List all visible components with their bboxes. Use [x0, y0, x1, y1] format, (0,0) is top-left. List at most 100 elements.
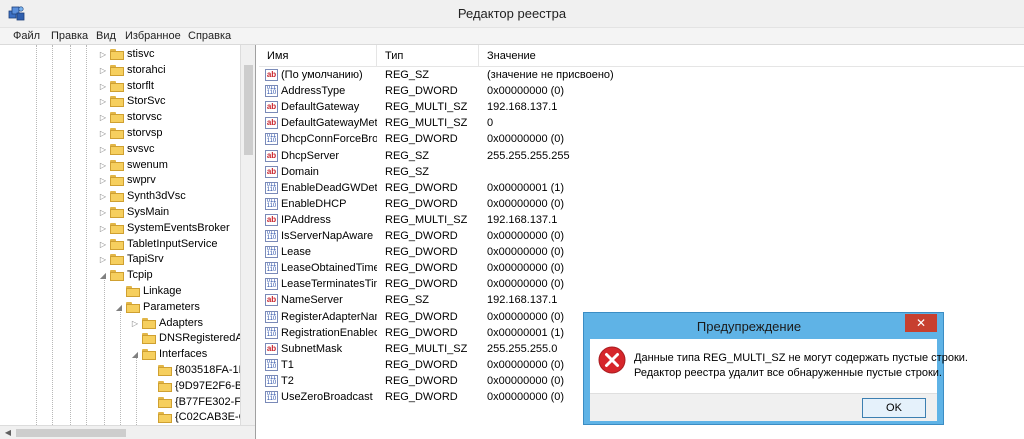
expand-arrow-icon[interactable] — [130, 331, 140, 346]
expand-arrow-icon[interactable] — [114, 284, 124, 299]
value-type: REG_DWORD — [385, 326, 458, 339]
folder-icon — [158, 412, 172, 424]
tree-horizontal-scrollbar[interactable]: ◀ — [0, 425, 255, 439]
list-item[interactable]: 011 110 LeaseObtainedTime REG_DWORD 0x00000… — [259, 260, 1024, 276]
value-type: REG_DWORD — [385, 358, 458, 371]
list-item[interactable]: ab DefaultGateway REG_MULTI_SZ 192.168.137.… — [259, 99, 1024, 115]
value-type: REG_DWORD — [385, 374, 458, 387]
expand-arrow-icon[interactable]: ▷ — [98, 173, 108, 188]
folder-icon — [126, 301, 140, 313]
value-name: LeaseObtainedTime — [281, 262, 377, 275]
tree-item-label: StorSvc — [127, 95, 166, 108]
menu-view[interactable]: Вид — [96, 30, 116, 42]
menu-help[interactable]: Справка — [188, 30, 231, 42]
expand-arrow-icon[interactable]: ▷ — [98, 110, 108, 125]
expand-arrow-icon[interactable]: ▷ — [98, 47, 108, 62]
expand-arrow-icon[interactable]: ▷ — [98, 79, 108, 94]
tree-guide-line — [136, 355, 137, 425]
expand-arrow-icon[interactable]: ▷ — [98, 142, 108, 157]
folder-icon — [110, 222, 124, 234]
menu-file[interactable]: Файл — [13, 30, 40, 42]
tree-vertical-scroll-thumb[interactable] — [244, 65, 253, 155]
value-name: EnableDHCP — [281, 197, 347, 210]
binary-value-icon: 011 110 — [265, 278, 278, 291]
value-type: REG_MULTI_SZ — [385, 101, 468, 114]
values-list-header: Имя Тип Значение — [259, 45, 1024, 67]
collapse-arrow-icon[interactable]: ◢ — [98, 268, 108, 283]
tree-horizontal-scroll-thumb[interactable] — [16, 429, 126, 437]
ok-button[interactable]: OK — [862, 398, 926, 418]
menu-edit[interactable]: Правка — [51, 30, 88, 42]
list-item[interactable]: 011 110 IsServerNapAware REG_DWORD 0x000000… — [259, 228, 1024, 244]
list-item[interactable]: ab (По умолчанию) REG_SZ (значение не присв… — [259, 67, 1024, 83]
string-value-icon: ab — [265, 165, 278, 178]
string-value-icon: ab — [265, 213, 278, 226]
binary-value-icon: 011 110 — [265, 374, 278, 387]
dialog-body: Данные типа REG_MULTI_SZ не могут содерж… — [590, 339, 968, 421]
expand-arrow-icon[interactable]: ▷ — [98, 205, 108, 220]
tree-item-label: storflt — [127, 79, 154, 92]
value-name: T2 — [281, 374, 294, 387]
list-item[interactable]: 011 110LeaseTerminatesTime REG_DWORD 0x000… — [259, 276, 1024, 292]
dialog-title: Предупреждение — [696, 319, 802, 334]
expand-arrow-icon[interactable]: ▷ — [98, 126, 108, 141]
expand-arrow-icon[interactable] — [146, 410, 156, 425]
expand-arrow-icon[interactable]: ▷ — [98, 63, 108, 78]
value-type: REG_DWORD — [385, 230, 458, 242]
menu-favorites[interactable]: Избранное — [125, 30, 181, 42]
value-name: Domain — [281, 165, 319, 178]
string-value-icon: ab — [265, 101, 278, 114]
folder-icon — [126, 286, 140, 297]
folder-icon — [110, 254, 124, 266]
expand-arrow-icon[interactable] — [146, 363, 156, 378]
value-name: (По умолчанию) — [281, 69, 363, 81]
expand-arrow-icon[interactable]: ▷ — [98, 189, 108, 204]
title-bar: Редактор реестра — [0, 0, 1024, 28]
list-item[interactable]: ab IPAddress REG_MULTI_SZ 192.168.137.1 — [259, 212, 1024, 228]
value-data: 0x00000000 (0) — [487, 197, 565, 210]
value-data: 0x00000000 (0) — [487, 246, 565, 259]
expand-arrow-icon[interactable] — [146, 395, 156, 410]
binary-value-icon: 011 110 — [265, 181, 278, 194]
list-item[interactable]: ab DefaultGatewayMet... REG_MULTI_SZ 0 — [259, 115, 1024, 131]
list-item[interactable]: 011 110 Lease REG_DWORD 0x00000000 (0) — [259, 244, 1024, 260]
value-type: REG_MULTI_SZ — [385, 342, 468, 355]
tree-item-label: TapiSrv — [127, 253, 164, 266]
expand-arrow-icon[interactable]: ▷ — [98, 237, 108, 252]
close-icon[interactable]: ✕ — [905, 314, 937, 332]
list-item[interactable]: 011 110EnableDeadGWDetect REG_DWORD 0x0000… — [259, 180, 1024, 196]
tree-item-label: storvsc — [127, 111, 162, 124]
list-item[interactable]: ab DhcpServer REG_SZ 255.255.255.255 — [259, 148, 1024, 164]
value-type: REG_DWORD — [385, 310, 458, 323]
expand-arrow-icon[interactable]: ▷ — [98, 94, 108, 109]
folder-icon — [110, 112, 124, 124]
list-item[interactable]: ab NameServer REG_SZ 192.168.137.1 — [259, 292, 1024, 308]
column-name[interactable]: Имя — [259, 45, 377, 67]
expand-arrow-icon[interactable]: ▷ — [98, 221, 108, 236]
expand-arrow-icon[interactable] — [146, 379, 156, 394]
value-type: REG_DWORD — [385, 246, 458, 259]
collapse-arrow-icon[interactable]: ◢ — [114, 300, 124, 315]
column-type[interactable]: Тип — [377, 45, 479, 67]
key-tree[interactable]: ▷ stisvc ▷ storahci ▷ storflt ▷ StorSvc ▷ storvsc… — [0, 45, 256, 439]
expand-arrow-icon[interactable]: ▷ — [98, 252, 108, 267]
expand-arrow-icon[interactable]: ▷ — [98, 158, 108, 173]
tree-item-label: stisvc — [127, 48, 155, 60]
list-item[interactable]: 011 110 DhcpConnForceBro... REG_DWORD 0x000… — [259, 131, 1024, 147]
value-data: 0x00000000 (0) — [487, 262, 565, 275]
column-value[interactable]: Значение — [479, 45, 1024, 67]
value-data: 255.255.255.255 — [487, 149, 570, 162]
tree-guide-line — [36, 45, 37, 425]
scroll-left-arrow-icon[interactable]: ◀ — [0, 426, 16, 439]
list-item[interactable]: ab Domain REG_SZ — [259, 164, 1024, 180]
value-type: REG_DWORD — [385, 262, 458, 275]
tree-guide-line — [86, 45, 87, 425]
expand-arrow-icon[interactable]: ▷ — [130, 316, 140, 331]
list-item[interactable]: 011 110 AddressType REG_DWORD 0x00000000 (0… — [259, 83, 1024, 99]
folder-icon — [158, 365, 172, 376]
collapse-arrow-icon[interactable]: ◢ — [130, 347, 140, 362]
tree-vertical-scrollbar[interactable] — [240, 45, 255, 425]
value-name: IsServerNapAware — [281, 230, 374, 242]
list-item[interactable]: 011 110 EnableDHCP REG_DWORD 0x00000000 (0) — [259, 196, 1024, 212]
folder-icon — [142, 349, 156, 361]
